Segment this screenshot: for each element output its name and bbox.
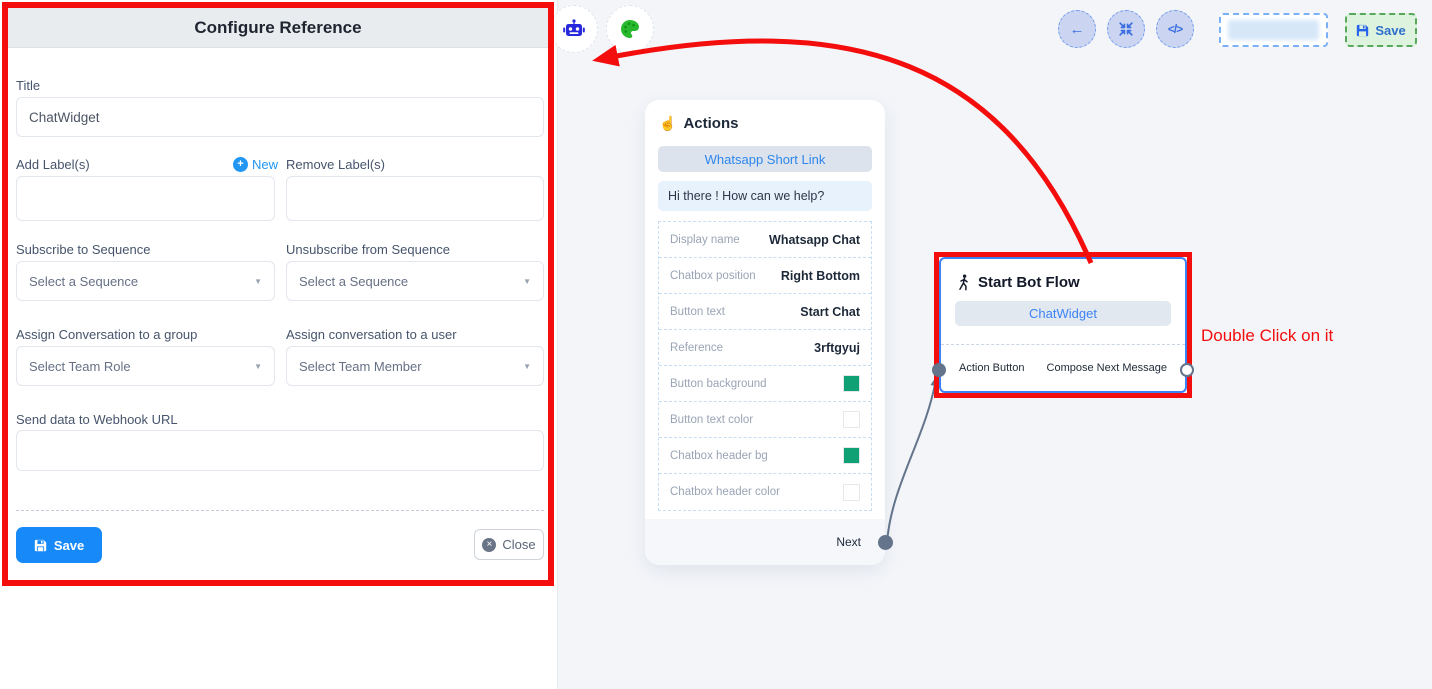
unsubscribe-sequence-select[interactable]: Select a Sequence ▼ bbox=[286, 261, 544, 301]
subscribe-sequence-select[interactable]: Select a Sequence ▼ bbox=[16, 261, 275, 301]
node-title: Start Bot Flow bbox=[978, 274, 1080, 291]
row-label: Button text bbox=[670, 306, 725, 318]
widget-config-list: Display name Whatsapp Chat Chatbox posit… bbox=[658, 221, 872, 511]
bot-settings-button[interactable] bbox=[550, 5, 598, 53]
flow-save-label: Save bbox=[1375, 23, 1405, 38]
actions-title: Actions bbox=[683, 115, 738, 132]
row-label: Display name bbox=[670, 234, 740, 246]
floppy-save-icon bbox=[34, 539, 47, 552]
next-port-label: Next bbox=[836, 535, 861, 549]
panel-title: Configure Reference bbox=[194, 18, 361, 38]
add-labels-input[interactable] bbox=[16, 176, 275, 221]
whatsapp-short-link-button[interactable]: Whatsapp Short Link bbox=[658, 146, 872, 172]
node-footer: Action Button Compose Next Message bbox=[941, 344, 1185, 391]
new-label-link[interactable]: + New bbox=[233, 157, 278, 172]
remove-labels-label: Remove Label(s) bbox=[286, 157, 385, 172]
save-button-label: Save bbox=[54, 538, 84, 553]
chevron-down-icon: ▼ bbox=[254, 277, 262, 286]
remove-labels-input[interactable] bbox=[286, 176, 544, 221]
palette-icon bbox=[620, 19, 640, 39]
compose-next-message-output-port[interactable] bbox=[1180, 363, 1194, 377]
double-click-annotation: Double Click on it bbox=[1201, 326, 1333, 346]
row-label: Chatbox position bbox=[670, 270, 756, 282]
color-swatch[interactable] bbox=[843, 447, 860, 464]
compose-next-message-port-label: Compose Next Message bbox=[1047, 362, 1167, 374]
assign-user-label: Assign conversation to a user bbox=[286, 327, 457, 342]
flow-save-button[interactable]: Save bbox=[1345, 13, 1417, 47]
plus-circle-icon: + bbox=[233, 157, 248, 172]
config-row-button-background: Button background bbox=[659, 366, 871, 402]
row-value: 3rftgyuj bbox=[814, 341, 860, 355]
new-link-text: New bbox=[252, 157, 278, 172]
assign-user-value: Select Team Member bbox=[299, 359, 422, 374]
color-swatch[interactable] bbox=[843, 375, 860, 392]
start-bot-flow-node[interactable]: Start Bot Flow ChatWidget Action Button … bbox=[939, 257, 1187, 393]
blurred-text bbox=[1228, 20, 1319, 40]
floppy-save-icon bbox=[1356, 24, 1369, 37]
row-value: Whatsapp Chat bbox=[769, 233, 860, 247]
configure-reference-panel: Configure Reference Title Add Label(s) +… bbox=[0, 0, 558, 689]
node-reference-button[interactable]: ChatWidget bbox=[955, 301, 1171, 326]
save-button[interactable]: Save bbox=[16, 527, 102, 563]
fit-view-button[interactable] bbox=[1107, 10, 1145, 48]
config-row-reference: Reference 3rftgyuj bbox=[659, 330, 871, 366]
color-swatch[interactable] bbox=[843, 484, 860, 501]
config-row-display-name: Display name Whatsapp Chat bbox=[659, 222, 871, 258]
config-row-button-text-color: Button text color bbox=[659, 402, 871, 438]
compress-icon bbox=[1119, 22, 1133, 36]
subscribe-sequence-value: Select a Sequence bbox=[29, 274, 138, 289]
close-circle-icon: × bbox=[482, 538, 496, 552]
row-label: Chatbox header color bbox=[670, 486, 780, 498]
color-swatch[interactable] bbox=[843, 411, 860, 428]
greeting-message: Hi there ! How can we help? bbox=[658, 181, 872, 211]
node-title-row: Start Bot Flow bbox=[957, 274, 1169, 291]
close-button-label: Close bbox=[502, 537, 535, 552]
flow-name-input[interactable] bbox=[1219, 13, 1328, 47]
assign-group-label: Assign Conversation to a group bbox=[16, 327, 197, 342]
add-labels-label: Add Label(s) bbox=[16, 157, 90, 172]
chevron-down-icon: ▼ bbox=[523, 277, 531, 286]
config-row-chatbox-position: Chatbox position Right Bottom bbox=[659, 258, 871, 294]
next-output-port[interactable] bbox=[878, 535, 893, 550]
subscribe-sequence-label: Subscribe to Sequence bbox=[16, 242, 150, 257]
close-button[interactable]: × Close bbox=[474, 529, 544, 560]
actions-header: ☝ Actions bbox=[659, 115, 738, 132]
row-label: Chatbox header bg bbox=[670, 450, 768, 462]
hand-pointer-icon: ☝ bbox=[659, 115, 676, 132]
chevron-down-icon: ▼ bbox=[254, 362, 262, 371]
unsubscribe-sequence-label: Unsubscribe from Sequence bbox=[286, 242, 450, 257]
theme-button[interactable] bbox=[606, 5, 654, 53]
embed-code-button[interactable]: </> bbox=[1156, 10, 1194, 48]
row-value: Start Chat bbox=[800, 305, 860, 319]
actions-card-footer: Next bbox=[645, 519, 885, 565]
row-label: Button background bbox=[670, 378, 767, 390]
title-field-label: Title bbox=[16, 78, 40, 93]
panel-header: Configure Reference bbox=[8, 8, 548, 48]
robot-icon bbox=[563, 19, 585, 39]
assign-group-value: Select Team Role bbox=[29, 359, 131, 374]
config-row-chatbox-header-color: Chatbox header color bbox=[659, 474, 871, 510]
walking-person-icon bbox=[957, 274, 970, 291]
webhook-url-label: Send data to Webhook URL bbox=[16, 412, 178, 427]
row-value: Right Bottom bbox=[781, 269, 860, 283]
row-label: Reference bbox=[670, 342, 723, 354]
unsubscribe-sequence-value: Select a Sequence bbox=[299, 274, 408, 289]
title-input[interactable] bbox=[16, 97, 544, 137]
chevron-down-icon: ▼ bbox=[523, 362, 531, 371]
actions-node-card[interactable]: ☝ Actions Whatsapp Short Link Hi there !… bbox=[645, 100, 885, 565]
config-row-chatbox-header-bg: Chatbox header bg bbox=[659, 438, 871, 474]
action-button-input-port[interactable] bbox=[932, 363, 946, 377]
back-button[interactable]: ← bbox=[1058, 10, 1096, 48]
assign-user-select[interactable]: Select Team Member ▼ bbox=[286, 346, 544, 386]
action-button-port-label: Action Button bbox=[959, 362, 1024, 374]
config-row-button-text: Button text Start Chat bbox=[659, 294, 871, 330]
arrow-left-icon: ← bbox=[1070, 21, 1085, 38]
assign-group-select[interactable]: Select Team Role ▼ bbox=[16, 346, 275, 386]
footer-divider bbox=[16, 510, 544, 511]
webhook-url-input[interactable] bbox=[16, 430, 544, 471]
start-bot-flow-annotation-frame: Start Bot Flow ChatWidget Action Button … bbox=[934, 252, 1192, 398]
row-label: Button text color bbox=[670, 414, 753, 426]
code-icon: </> bbox=[1168, 22, 1182, 36]
